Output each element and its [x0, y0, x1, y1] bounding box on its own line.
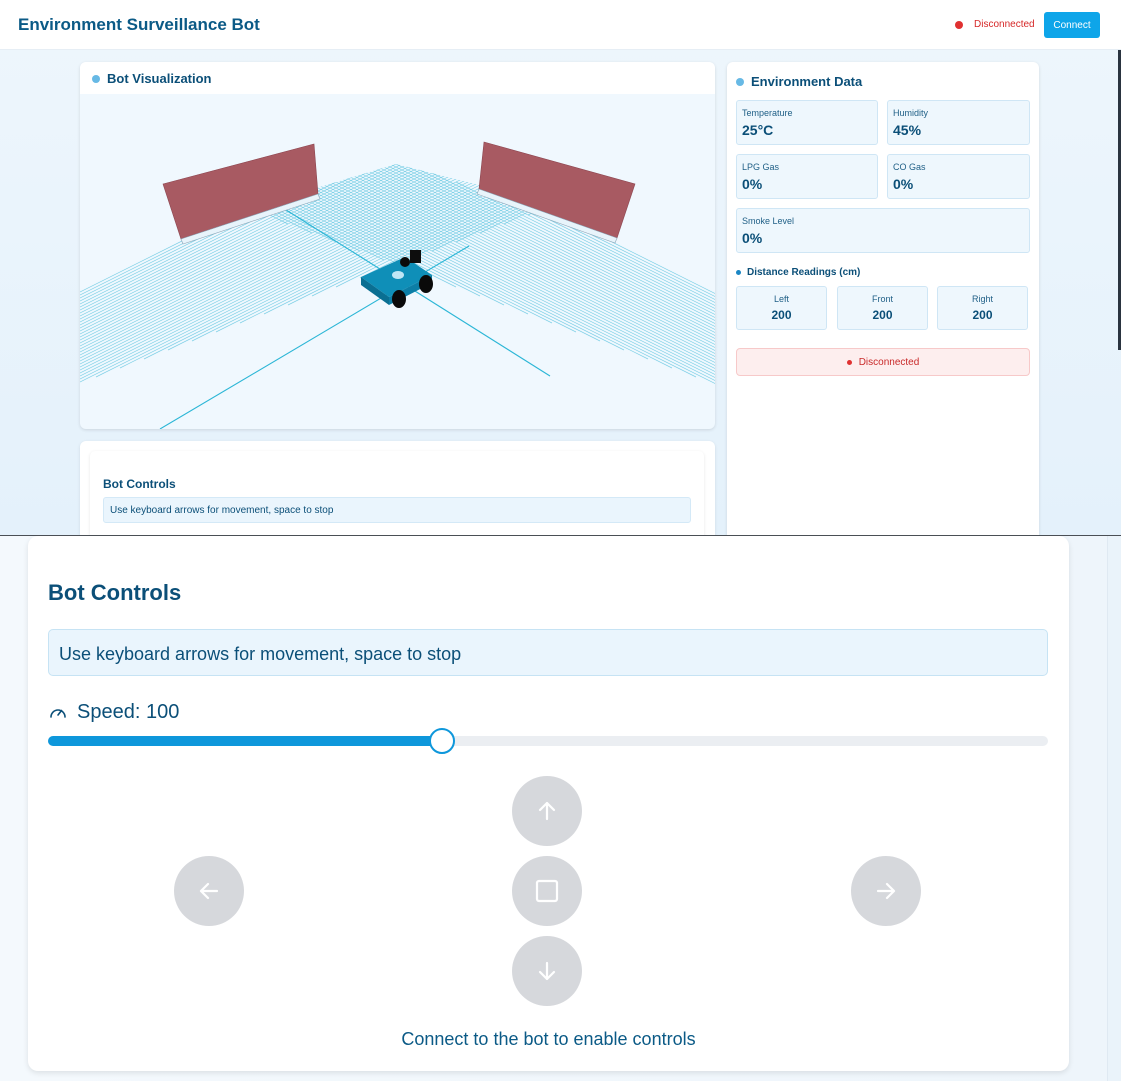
sensor-label: Smoke Level: [742, 216, 795, 226]
sensor-temperature: Temperature 25°C: [736, 100, 878, 145]
visualization-title-text: Bot Visualization: [107, 71, 212, 86]
status-dot-icon: [846, 359, 852, 365]
3d-scene-canvas[interactable]: [80, 94, 715, 429]
bot-visualization-card: Bot Visualization: [80, 62, 715, 429]
connection-status-banner: Disconnected: [736, 348, 1030, 376]
arrow-down-icon: [538, 961, 556, 981]
distance-label: Right: [971, 294, 993, 304]
environment-data-card: Environment Data Temperature 25°C Humidi…: [727, 62, 1039, 535]
controls-hint: Use keyboard arrows for movement, space …: [48, 629, 1048, 676]
distance-label: Left: [773, 294, 789, 304]
distance-readings-title: Distance Readings (cm): [736, 267, 860, 278]
sensor-humidity: Humidity 45%: [887, 100, 1030, 145]
adjacent-panel-edge: [1107, 536, 1121, 1081]
stop-button[interactable]: [512, 856, 582, 926]
sensor-value: 0%: [742, 176, 763, 192]
move-backward-button[interactable]: [512, 936, 582, 1006]
wall-right: [476, 141, 636, 244]
distance-title-text: Distance Readings (cm): [747, 267, 861, 278]
bot-controls-inner: Bot Controls Use keyboard arrows for mov…: [90, 451, 704, 535]
distance-left: Left 200: [736, 286, 827, 330]
distance-value: 200: [771, 308, 792, 322]
title-dot-icon: [92, 74, 100, 83]
title-dot-icon: [736, 77, 744, 86]
arrow-up-icon: [538, 801, 556, 821]
sensor-value: 0%: [742, 230, 763, 246]
controls-hint-preview: Use keyboard arrows for movement, space …: [103, 497, 691, 523]
sensor-label: Temperature: [742, 108, 793, 118]
visualization-title: Bot Visualization: [92, 71, 212, 86]
speed-row: Speed: 100: [48, 701, 179, 724]
arrow-left-icon: [199, 882, 219, 900]
connection-status-text: Disconnected: [974, 19, 1035, 30]
bot-controls-card-preview: Bot Controls Use keyboard arrows for mov…: [80, 441, 715, 535]
stop-icon: [535, 879, 559, 903]
sensor-co-gas: CO Gas 0%: [887, 154, 1030, 199]
move-forward-button[interactable]: [512, 776, 582, 846]
app-screenshot-controls: Bot Controls Use keyboard arrows for mov…: [0, 536, 1121, 1081]
speed-slider-fill: [48, 736, 442, 746]
controls-disabled-message: Connect to the bot to enable controls: [401, 1029, 696, 1049]
visualization-header: Bot Visualization: [80, 62, 715, 94]
app-screenshot-overview: Environment Surveillance Bot Disconnecte…: [0, 0, 1121, 535]
sensor-smoke-level: Smoke Level 0%: [736, 208, 1030, 253]
speed-slider[interactable]: [48, 728, 1048, 754]
distance-value: 200: [872, 308, 893, 322]
app-header: Environment Surveillance Bot Disconnecte…: [0, 0, 1121, 50]
sensor-value: 45%: [893, 122, 922, 138]
speed-label: Speed: 100: [77, 701, 180, 723]
sensor-lpg-gas: LPG Gas 0%: [736, 154, 878, 199]
connect-button[interactable]: Connect: [1044, 12, 1100, 38]
sensor-value: 25°C: [742, 122, 774, 138]
sensor-value: 0%: [893, 176, 914, 192]
status-dot-icon: [955, 20, 963, 29]
distance-front: Front 200: [837, 286, 928, 330]
speed-slider-thumb[interactable]: [429, 728, 455, 754]
sensor-label: LPG Gas: [742, 162, 780, 172]
distance-label: Front: [871, 294, 893, 304]
controls-title-preview: Bot Controls: [103, 477, 176, 491]
connection-status: Disconnected: [955, 19, 1035, 30]
arrow-right-icon: [876, 882, 896, 900]
bot-model: [361, 250, 433, 308]
environment-title: Environment Data: [736, 74, 862, 89]
title-dot-icon: [736, 270, 741, 275]
environment-title-text: Environment Data: [751, 74, 863, 89]
turn-left-button[interactable]: [174, 856, 244, 926]
status-banner-text: Disconnected: [858, 356, 920, 368]
app-title: Environment Surveillance Bot: [18, 15, 260, 34]
distance-value: 200: [972, 308, 993, 322]
sensor-label: Humidity: [893, 108, 929, 118]
gauge-icon: [50, 708, 66, 718]
controls-title: Bot Controls: [48, 580, 182, 605]
distance-right: Right 200: [937, 286, 1028, 330]
turn-right-button[interactable]: [851, 856, 921, 926]
sensor-label: CO Gas: [893, 162, 926, 172]
bot-controls-card: Bot Controls Use keyboard arrows for mov…: [28, 536, 1069, 1071]
